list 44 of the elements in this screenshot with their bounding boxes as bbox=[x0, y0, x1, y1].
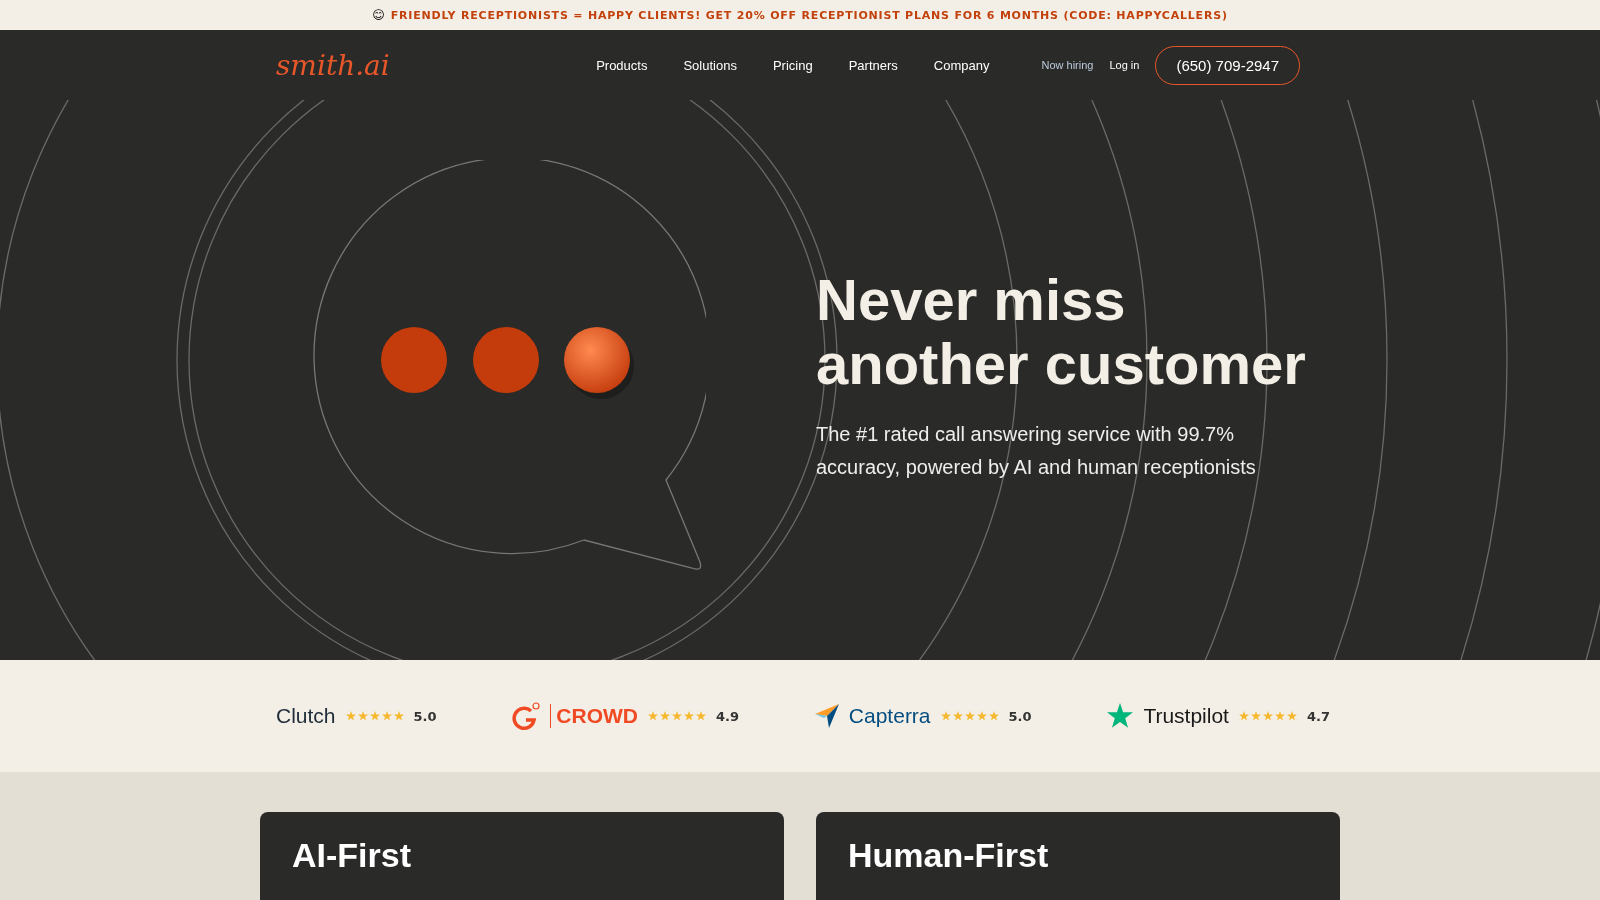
rating-score: 4.7 bbox=[1306, 708, 1330, 724]
star-icon bbox=[1262, 711, 1273, 721]
star-icon bbox=[357, 711, 368, 721]
star-icon bbox=[1274, 711, 1285, 721]
review-site-logo[interactable]: Capterra bbox=[848, 704, 931, 728]
nav-link[interactable]: Company bbox=[933, 57, 990, 73]
star-logo-icon bbox=[1107, 703, 1134, 729]
star-icon bbox=[1250, 711, 1261, 721]
rating-score: 5.0 bbox=[1008, 708, 1032, 724]
nav-link[interactable]: Partners bbox=[848, 57, 898, 73]
review-site-logo[interactable]: Trustpilot bbox=[1143, 704, 1229, 728]
star-icon bbox=[672, 711, 682, 721]
rating-score: 5.0 bbox=[413, 708, 437, 724]
star-icon bbox=[648, 711, 658, 721]
star-icon bbox=[952, 711, 963, 721]
star-icon bbox=[381, 711, 392, 721]
hero-subtitle: The #1 rated call answering service with 99.7% accuracy, powered by AI and human receptionists bbox=[816, 422, 1257, 480]
nav-link[interactable]: Log in bbox=[1109, 59, 1140, 71]
star-icon bbox=[1238, 711, 1249, 721]
hero-title: Never miss another customer bbox=[816, 268, 1307, 396]
review-site-logo[interactable]: Clutch bbox=[276, 704, 336, 728]
star-icon bbox=[696, 711, 706, 721]
card-title: AI-First bbox=[292, 836, 412, 875]
nav-link[interactable]: Solutions bbox=[683, 57, 737, 73]
card-title: Human-First bbox=[848, 836, 1050, 875]
logo[interactable]: smith.ai bbox=[276, 48, 390, 82]
g2-logo-icon bbox=[512, 701, 541, 731]
rating-score: 4.9 bbox=[716, 708, 740, 724]
star-icon bbox=[684, 711, 694, 721]
star-icon bbox=[940, 711, 951, 721]
star-icon bbox=[369, 711, 380, 721]
star-icon bbox=[393, 711, 404, 721]
star-icon bbox=[1286, 711, 1297, 721]
star-icon bbox=[976, 711, 987, 721]
star-icon bbox=[988, 711, 999, 721]
nav-link[interactable]: Products bbox=[596, 57, 648, 73]
smiley-icon: 😊 bbox=[372, 8, 385, 22]
star-icon bbox=[345, 711, 356, 721]
star-icon bbox=[660, 711, 670, 721]
promo-banner-text: FRIENDLY RECEPTIONISTS = HAPPY CLIENTS! GET 20% OFF RECEPTIONIST PLANS FOR 6 MONTHS (CODE: HAPPYCALLERS) bbox=[390, 8, 1228, 22]
nav-link[interactable]: Now hiring bbox=[1041, 59, 1094, 71]
paper-plane-icon bbox=[814, 704, 839, 728]
nav-link[interactable]: Pricing bbox=[772, 57, 813, 73]
star-icon bbox=[964, 711, 975, 721]
